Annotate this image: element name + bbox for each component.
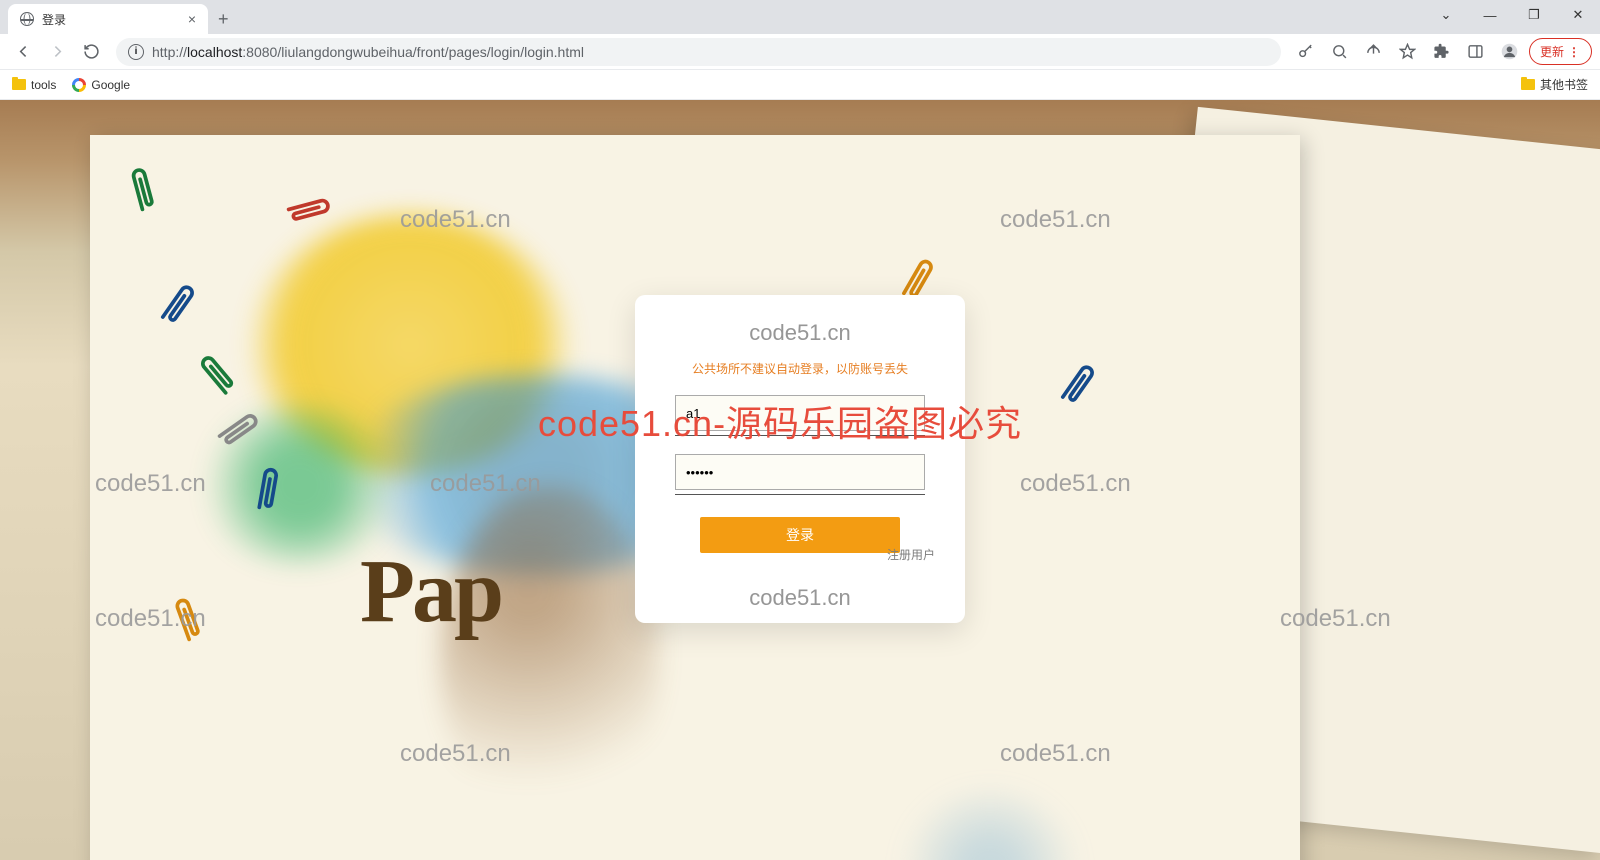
window-controls: ⌄ — ❐ ✕ [1424,0,1600,30]
url-text: http://localhost:8080/liulangdongwubeihu… [152,44,584,60]
bookmarks-bar: tools Google 其他书签 [0,70,1600,100]
password-input[interactable] [675,454,925,490]
share-icon[interactable] [1359,37,1389,67]
minimize-button[interactable]: — [1468,0,1512,30]
google-icon [72,78,86,92]
globe-icon [20,12,34,26]
bookmark-tools[interactable]: tools [12,78,56,92]
watercolor-rightblue [900,790,1080,860]
reload-button[interactable] [76,37,106,67]
tab-close-icon[interactable]: × [188,11,196,27]
browser-tab[interactable]: 登录 × [8,4,208,34]
bookmark-other[interactable]: 其他书签 [1521,76,1588,93]
address-bar-row: i http://localhost:8080/liulangdongwubei… [0,34,1600,70]
forward-button[interactable] [42,37,72,67]
back-button[interactable] [8,37,38,67]
update-button[interactable]: 更新⋮ [1529,38,1592,65]
star-icon[interactable] [1393,37,1423,67]
paper-title-text: Pap [360,540,501,643]
page-content: Pap code51.cn 公共场所不建议自动登录，以防账号丢失 登录 注册用户… [0,100,1600,860]
new-tab-button[interactable]: + [208,5,239,34]
login-card: code51.cn 公共场所不建议自动登录，以防账号丢失 登录 注册用户 cod… [635,295,965,623]
watermark-text: code51.cn [665,320,935,346]
extensions-icon[interactable] [1427,37,1457,67]
side-panel-icon[interactable] [1461,37,1491,67]
key-icon[interactable] [1291,37,1321,67]
chevron-down-icon[interactable]: ⌄ [1424,0,1468,30]
site-info-icon[interactable]: i [128,44,144,60]
watermark-text: code51.cn [635,585,965,611]
login-button[interactable]: 登录 [700,517,900,553]
close-window-button[interactable]: ✕ [1556,0,1600,30]
tab-title: 登录 [42,11,66,28]
address-bar[interactable]: i http://localhost:8080/liulangdongwubei… [116,38,1281,66]
window-titlebar: 登录 × + ⌄ — ❐ ✕ [0,0,1600,34]
username-input[interactable] [675,395,925,431]
maximize-button[interactable]: ❐ [1512,0,1556,30]
register-link[interactable]: 注册用户 [887,546,935,563]
profile-icon[interactable] [1495,37,1525,67]
folder-icon [1521,79,1535,90]
watercolor-brown [440,485,660,835]
zoom-icon[interactable] [1325,37,1355,67]
bookmark-google[interactable]: Google [72,78,130,92]
login-warning-text: 公共场所不建议自动登录，以防账号丢失 [665,360,935,377]
folder-icon [12,79,26,90]
